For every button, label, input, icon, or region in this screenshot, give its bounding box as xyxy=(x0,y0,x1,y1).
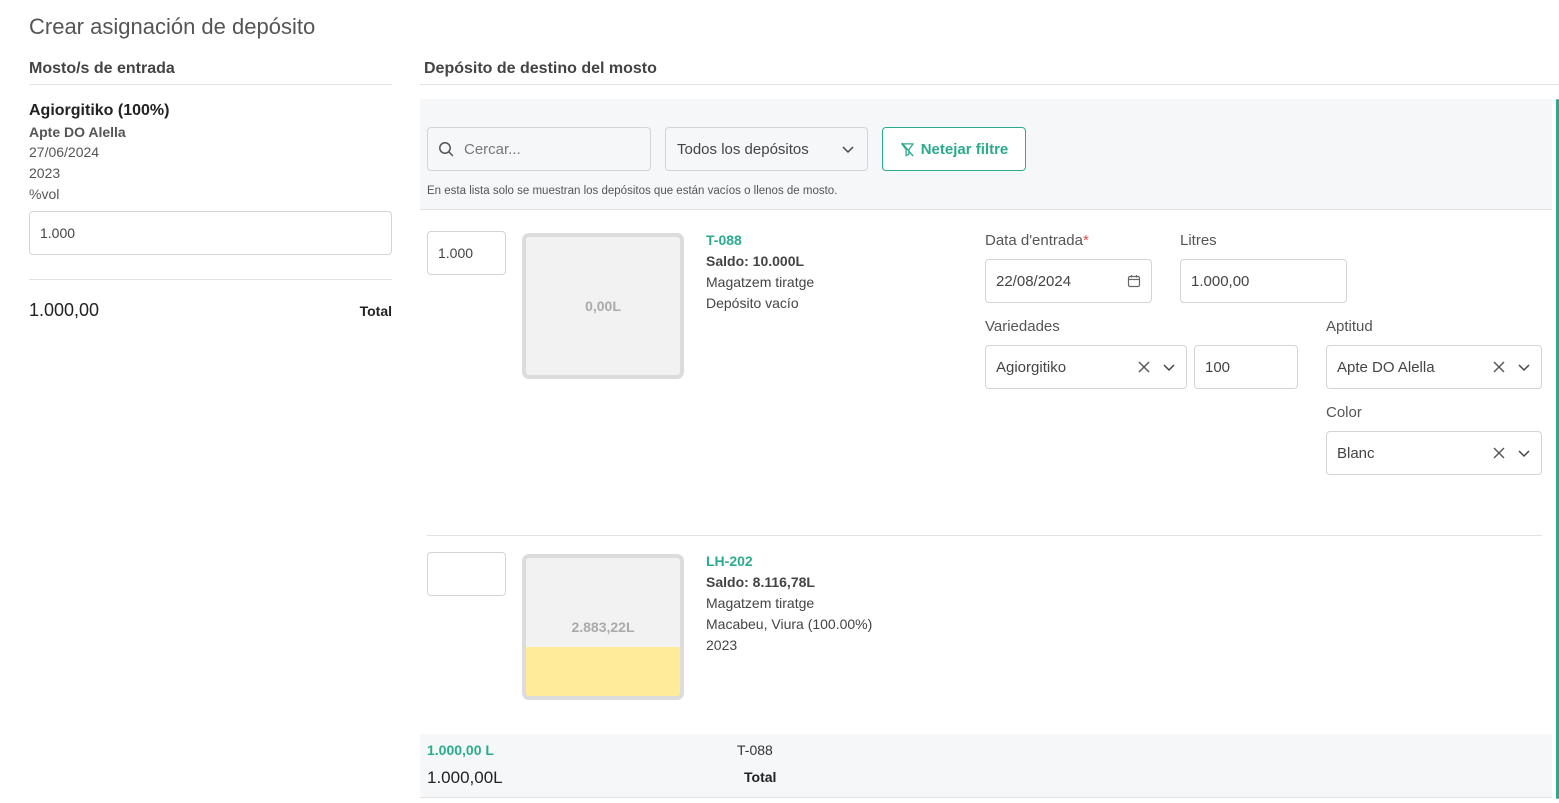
variety-percent-value: 100 xyxy=(1205,358,1231,376)
assigned-tank-code: T-088 xyxy=(737,742,773,758)
tank-level-text: 2.883,22L xyxy=(571,619,635,635)
incoming-total-label: Total xyxy=(359,302,392,319)
variety-select[interactable]: Agiorgitiko xyxy=(985,345,1187,389)
incoming-total: 1.000,00 Total xyxy=(29,300,392,321)
divider xyxy=(427,535,1542,536)
must-quality: Apte DO Alella xyxy=(29,124,126,140)
assigned-litres: 1.000,00 L xyxy=(427,742,494,758)
divider xyxy=(29,279,392,280)
color-value: Blanc xyxy=(1337,444,1375,462)
required-mark: * xyxy=(1082,232,1089,249)
aptitude-value: Apte DO Alella xyxy=(1337,358,1435,376)
tank-warehouse: Magatzem tiratge xyxy=(706,274,815,290)
entry-date-input[interactable]: 22/08/2024 xyxy=(985,259,1152,303)
must-year: 2023 xyxy=(29,165,61,181)
tank-level-text: 0,00L xyxy=(585,298,621,314)
tank-quantity-input[interactable] xyxy=(427,552,506,596)
variety-value: Agiorgitiko xyxy=(996,358,1067,376)
litres-value: 1.000,00 xyxy=(1191,272,1250,290)
litres-label: Litres xyxy=(1180,232,1217,249)
chevron-down-icon[interactable] xyxy=(1517,360,1531,374)
assignment-summary: 1.000,00 L T-088 1.000,00L Total xyxy=(420,734,1552,798)
aptitude-label: Aptitud xyxy=(1326,318,1373,335)
tank-contents: Depósito vacío xyxy=(706,295,799,311)
filter-panel: Cercar... Todos los depósitos Netejar fi… xyxy=(420,99,1552,210)
tank-warehouse: Magatzem tiratge xyxy=(706,595,815,611)
litres-input[interactable]: 1.000,00 xyxy=(1180,259,1347,303)
aptitude-select[interactable]: Apte DO Alella xyxy=(1326,345,1542,389)
clear-filter-label: Netejar filtre xyxy=(920,140,1009,158)
varieties-label: Variedades xyxy=(985,318,1060,335)
tank-type-select[interactable]: Todos los depósitos xyxy=(665,127,868,171)
incoming-must-title: Mosto/s de entrada xyxy=(29,60,392,85)
tank-level-graphic: 0,00L xyxy=(522,233,684,379)
color-label: Color xyxy=(1326,404,1362,421)
destination-tank-panel: Depósito de destino del mosto xyxy=(420,60,1559,85)
filter-note: En esta lista solo se muestran los depós… xyxy=(427,185,838,197)
calendar-icon[interactable] xyxy=(1127,274,1141,288)
must-variety-name: Agiorgitiko (100%) xyxy=(29,102,170,119)
close-icon[interactable] xyxy=(1138,361,1150,373)
incoming-total-value: 1.000,00 xyxy=(29,300,100,320)
entry-date-label: Data d'entrada* xyxy=(985,232,1089,249)
tank-year: 2023 xyxy=(706,637,738,653)
page-title: Crear asignación de depósito xyxy=(29,14,316,39)
must-vol: %vol xyxy=(29,186,60,202)
close-icon[interactable] xyxy=(1493,361,1505,373)
clear-filter-button[interactable]: Netejar filtre xyxy=(882,127,1026,171)
must-date: 27/06/2024 xyxy=(29,144,100,160)
tank-saldo: Saldo: 8.116,78L xyxy=(706,574,815,590)
chevron-down-icon xyxy=(842,146,854,154)
entry-date-label-text: Data d'entrada xyxy=(985,232,1083,249)
search-input[interactable]: Cercar... xyxy=(427,127,651,171)
close-icon[interactable] xyxy=(1493,447,1505,459)
tank-info: LH-202 Saldo: 8.116,78L Magatzem tiratge… xyxy=(706,551,872,656)
search-icon xyxy=(439,142,454,157)
tank-code-link[interactable]: T-088 xyxy=(706,230,814,251)
color-select[interactable]: Blanc xyxy=(1326,431,1542,475)
entry-date-value: 22/08/2024 xyxy=(996,272,1072,290)
tank-code-link[interactable]: LH-202 xyxy=(706,551,872,572)
variety-percent-input[interactable]: 100 xyxy=(1194,345,1298,389)
destination-tank-title: Depósito de destino del mosto xyxy=(420,60,1559,85)
chevron-down-icon[interactable] xyxy=(1517,446,1531,460)
summary-total-value: 1.000,00L xyxy=(427,768,503,787)
filter-off-icon xyxy=(900,142,914,156)
tank-level-graphic: 2.883,22L xyxy=(522,554,684,700)
tank-info: T-088 Saldo: 10.000L Magatzem tiratge De… xyxy=(706,230,814,314)
tank-type-select-value: Todos los depósitos xyxy=(677,140,809,158)
summary-total-label: Total xyxy=(744,769,777,785)
tank-saldo: Saldo: 10.000L xyxy=(706,253,805,269)
must-quantity-input[interactable]: 1.000 xyxy=(29,211,392,255)
search-placeholder: Cercar... xyxy=(464,140,521,158)
incoming-must-panel: Mosto/s de entrada Agiorgitiko (100%) Ap… xyxy=(29,60,392,321)
chevron-down-icon[interactable] xyxy=(1162,360,1176,374)
tank-quantity-input[interactable]: 1.000 xyxy=(427,231,506,275)
tank-contents: Macabeu, Viura (100.00%) xyxy=(706,616,873,632)
